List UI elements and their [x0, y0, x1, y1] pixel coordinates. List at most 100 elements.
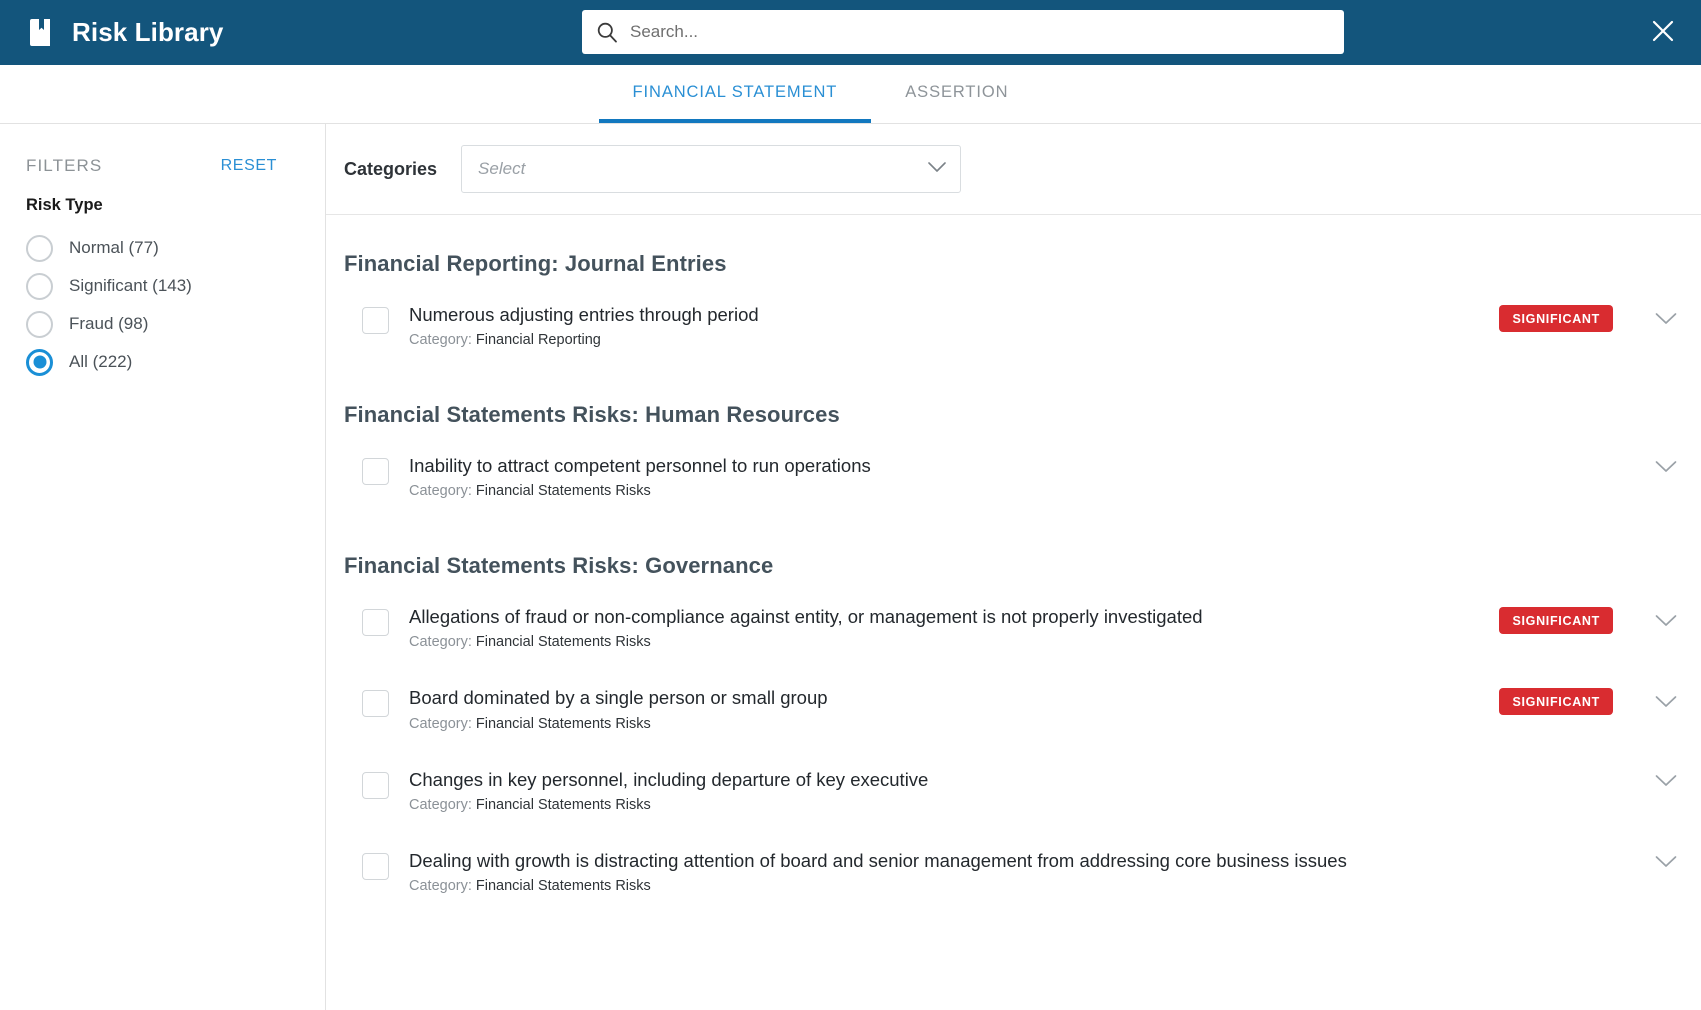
risk-expand-toggle[interactable] [1655, 456, 1677, 478]
search-bar[interactable] [582, 10, 1344, 54]
risk-category: Category: Financial Statements Risks [409, 797, 1631, 813]
risk-row[interactable]: Changes in key personnel, including depa… [326, 750, 1701, 831]
risk-group: Financial Statements Risks: Human Resour… [326, 366, 1701, 517]
risk-row-actions: SIGNIFICANT [1475, 607, 1677, 635]
risk-row-actions [1631, 770, 1677, 792]
app-header: Risk Library [0, 0, 1701, 65]
risk-category: Category: Financial Statements Risks [409, 716, 1475, 732]
page-body: FILTERS RESET Risk Type Normal (77) Sign… [0, 124, 1701, 1010]
chevron-down-icon [1655, 855, 1677, 867]
radio-option-fraud[interactable]: Fraud (98) [26, 305, 299, 343]
radio-icon-selected[interactable] [26, 348, 53, 376]
risk-title: Allegations of fraud or non-compliance a… [409, 606, 1203, 628]
filters-header: FILTERS RESET [26, 156, 299, 176]
status-badge: SIGNIFICANT [1499, 607, 1613, 635]
risk-expand-toggle[interactable] [1655, 691, 1677, 713]
radio-option-normal[interactable]: Normal (77) [26, 229, 299, 267]
risk-type-radio-group: Normal (77) Significant (143) Fraud (98)… [26, 229, 299, 381]
chevron-down-icon [1655, 696, 1677, 707]
chevron-down-icon [928, 160, 946, 178]
risk-category-label: Category: [409, 483, 472, 500]
risk-group: Financial Statements Risks: Governance A… [326, 517, 1701, 912]
risk-row-actions [1631, 456, 1677, 478]
risk-category-value: Financial Statements Risks [475, 483, 651, 500]
risk-text: Changes in key personnel, including depa… [409, 768, 1631, 813]
group-title: Financial Statements Risks: Human Resour… [344, 402, 840, 428]
close-button[interactable] [1643, 13, 1683, 53]
categories-label: Categories [344, 158, 438, 179]
tab-assertion[interactable]: ASSERTION [871, 65, 1042, 123]
risk-text: Dealing with growth is distracting atten… [409, 849, 1631, 894]
risk-expand-toggle[interactable] [1655, 610, 1677, 632]
risk-category-label: Category: [409, 877, 472, 894]
risk-expand-toggle[interactable] [1655, 851, 1677, 873]
risk-row[interactable]: Numerous adjusting entries through perio… [326, 285, 1701, 366]
risk-expand-toggle[interactable] [1655, 308, 1677, 330]
search-icon [596, 21, 618, 43]
risk-checkbox[interactable] [362, 609, 389, 637]
risk-checkbox[interactable] [362, 307, 389, 334]
tab-label: ASSERTION [905, 82, 1009, 101]
tab-label: FINANCIAL STATEMENT [632, 82, 838, 101]
tab-bar: FINANCIAL STATEMENT ASSERTION [0, 65, 1701, 124]
risk-row[interactable]: Allegations of fraud or non-compliance a… [326, 587, 1701, 668]
risk-category: Category: Financial Reporting [409, 332, 1475, 348]
risk-groups-list[interactable]: Financial Reporting: Journal Entries Num… [326, 215, 1701, 1010]
risk-row-actions: SIGNIFICANT [1475, 305, 1677, 332]
categories-filter-bar: Categories Select [326, 124, 1701, 215]
risk-checkbox[interactable] [362, 458, 389, 486]
radio-option-all[interactable]: All (222) [26, 343, 299, 381]
search-input[interactable] [630, 22, 1330, 42]
risk-title: Inability to attract competent personnel… [409, 455, 871, 477]
group-title: Financial Statements Risks: Governance [344, 553, 774, 579]
risk-title: Dealing with growth is distracting atten… [409, 849, 1347, 871]
app-title: Risk Library [72, 17, 224, 47]
risk-checkbox[interactable] [362, 690, 389, 718]
risk-row-actions [1631, 851, 1677, 873]
risk-row[interactable]: Board dominated by a single person or sm… [326, 668, 1701, 749]
radio-option-significant[interactable]: Significant (143) [26, 267, 299, 305]
risk-category-value: Financial Statements Risks [475, 634, 651, 651]
chevron-down-icon [1655, 774, 1677, 786]
close-icon [1650, 18, 1676, 47]
radio-label: Significant (143) [69, 276, 192, 295]
risk-checkbox[interactable] [362, 771, 389, 799]
radio-label: All (222) [69, 352, 133, 371]
filters-sidebar: FILTERS RESET Risk Type Normal (77) Sign… [0, 124, 326, 1010]
chevron-down-icon [1655, 312, 1677, 324]
tab-financial-statement[interactable]: FINANCIAL STATEMENT [598, 65, 872, 123]
filters-label: FILTERS [26, 156, 103, 175]
status-badge: SIGNIFICANT [1499, 305, 1613, 332]
risk-title: Changes in key personnel, including depa… [409, 768, 929, 790]
risk-category: Category: Financial Statements Risks [409, 483, 1631, 499]
risk-text: Numerous adjusting entries through perio… [409, 303, 1475, 348]
risk-category-label: Category: [409, 332, 472, 349]
categories-select-placeholder: Select [478, 159, 526, 178]
risk-type-heading: Risk Type [26, 196, 103, 214]
radio-icon[interactable] [26, 234, 53, 262]
risk-text: Board dominated by a single person or sm… [409, 686, 1475, 731]
risk-category-label: Category: [409, 796, 472, 813]
risk-checkbox[interactable] [362, 852, 389, 880]
status-badge: SIGNIFICANT [1499, 688, 1613, 716]
risk-row[interactable]: Dealing with growth is distracting atten… [326, 831, 1701, 912]
risk-category-value: Financial Reporting [475, 332, 601, 349]
risk-text: Inability to attract competent personnel… [409, 454, 1631, 499]
categories-select[interactable]: Select [461, 145, 962, 193]
risk-category-label: Category: [409, 715, 472, 732]
chevron-down-icon [1655, 461, 1677, 472]
group-title: Financial Reporting: Journal Entries [344, 251, 727, 276]
risk-expand-toggle[interactable] [1655, 770, 1677, 792]
book-icon [28, 18, 54, 48]
risk-row[interactable]: Inability to attract competent personnel… [326, 436, 1701, 517]
radio-icon[interactable] [26, 310, 53, 338]
risk-category-value: Financial Statements Risks [475, 715, 651, 732]
radio-label: Fraud (98) [69, 314, 149, 333]
chevron-down-icon [1655, 614, 1677, 626]
risk-list-panel: Categories Select Financial Reporting: J… [326, 124, 1701, 1010]
risk-title: Board dominated by a single person or sm… [409, 687, 828, 709]
risk-row-actions: SIGNIFICANT [1475, 688, 1677, 716]
risk-group: Financial Reporting: Journal Entries Num… [326, 215, 1701, 366]
reset-filters-button[interactable]: RESET [221, 157, 277, 175]
radio-icon[interactable] [26, 272, 53, 300]
